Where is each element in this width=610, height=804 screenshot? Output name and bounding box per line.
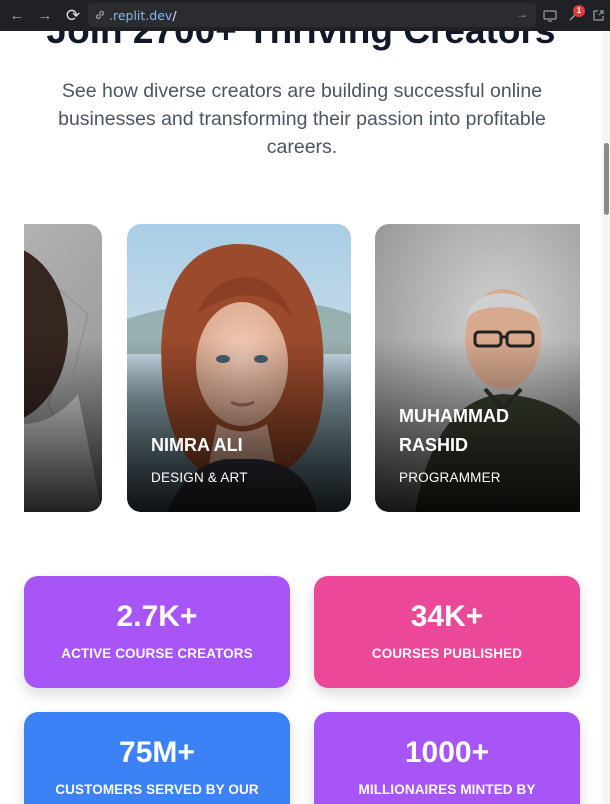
- creator-role: DESIGN & ART: [151, 470, 248, 485]
- cast-icon[interactable]: [538, 4, 562, 28]
- creators-carousel[interactable]: NIMRA ALI DESIGN & ART MUHAMMAD RASHID P…: [24, 224, 580, 512]
- stat-card-creators: 2.7K+ ACTIVE COURSE CREATORS: [24, 576, 290, 688]
- page-content: Join 2700+ Thriving Creators See how div…: [0, 31, 602, 804]
- url-host: .replit.dev: [109, 7, 173, 23]
- open-external-icon[interactable]: [586, 4, 610, 28]
- stat-value: 34K+: [410, 600, 484, 633]
- stat-value: 75M+: [119, 736, 195, 769]
- card-overlay: [127, 339, 351, 512]
- scrollbar-thumb[interactable]: [604, 143, 609, 215]
- creator-card-muhammad-rashid[interactable]: MUHAMMAD RASHID PROGRAMMER: [375, 224, 580, 512]
- creator-card-nimra-ali[interactable]: NIMRA ALI DESIGN & ART: [127, 224, 351, 512]
- stat-label: COURSES PUBLISHED: [371, 646, 523, 661]
- forward-icon[interactable]: →: [32, 3, 58, 29]
- address-url: .replit.dev/: [109, 8, 177, 23]
- card-overlay: [24, 339, 102, 512]
- creator-name-line-1: MUHAMMAD: [399, 406, 509, 426]
- stat-label: MILLIONAIRES MINTED BY: [358, 782, 536, 797]
- stat-card-courses: 34K+ COURSES PUBLISHED: [314, 576, 580, 688]
- browser-toolbar: ← → ⟳ .replit.dev/ → 1: [0, 0, 610, 31]
- stat-value: 1000+: [404, 736, 490, 769]
- creator-role: PROGRAMMER: [399, 470, 501, 485]
- creator-card[interactable]: [24, 224, 102, 512]
- url-path: /: [172, 7, 177, 23]
- stat-card-millionaires: 1000+ MILLIONAIRES MINTED BY: [314, 712, 580, 804]
- stat-value: 2.7K+: [116, 600, 198, 633]
- creator-name-line-2: RASHID: [399, 435, 469, 455]
- address-bar[interactable]: .replit.dev/ →: [88, 3, 536, 27]
- section-heading: Join 2700+ Thriving Creators: [0, 31, 602, 52]
- stat-label: ACTIVE COURSE CREATORS: [61, 646, 253, 661]
- stat-card-customers: 75M+ CUSTOMERS SERVED BY OUR: [24, 712, 290, 804]
- notification-badge: 1: [573, 4, 585, 17]
- back-icon[interactable]: ←: [4, 3, 30, 29]
- creator-name: NIMRA ALI: [151, 435, 243, 455]
- link-icon: [92, 7, 108, 23]
- extensions-icon[interactable]: 1: [562, 4, 586, 28]
- stat-label: CUSTOMERS SERVED BY OUR: [55, 782, 259, 797]
- go-arrow-icon[interactable]: →: [516, 7, 528, 21]
- reload-icon[interactable]: ⟳: [60, 3, 86, 29]
- section-subtitle: See how diverse creators are building su…: [58, 80, 546, 158]
